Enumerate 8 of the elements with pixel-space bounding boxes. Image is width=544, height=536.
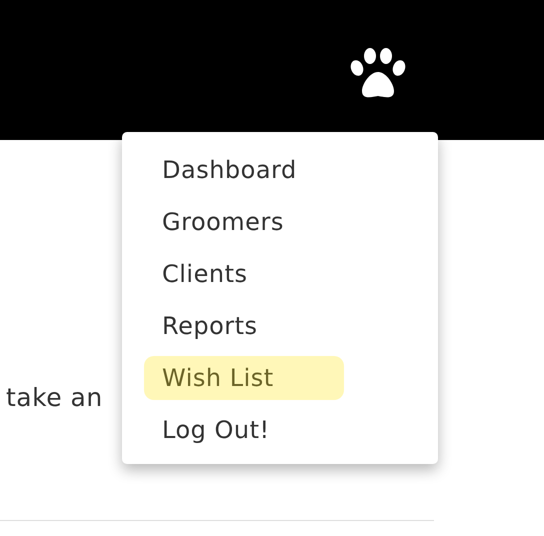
menu-item[interactable]: Reports [144,304,276,348]
menu-item[interactable]: Clients [144,252,266,296]
menu-item[interactable]: Log Out! [144,408,288,452]
menu-item[interactable]: Wish List [144,356,344,400]
menu-item[interactable]: Dashboard [144,148,315,192]
menu-item[interactable]: Groomers [144,200,302,244]
paw-icon[interactable] [348,48,408,100]
body-text: take an [6,383,103,412]
